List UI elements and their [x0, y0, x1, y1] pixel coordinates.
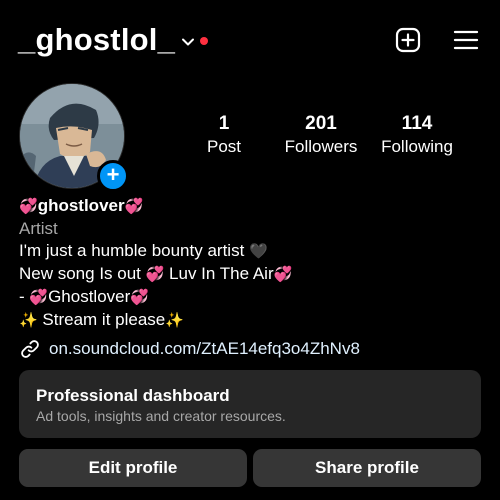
bio-text: -: [19, 287, 30, 306]
add-story-button[interactable]: +: [97, 160, 129, 192]
heart-emoji: 💞: [19, 198, 38, 215]
stat-following-count: 114: [401, 113, 433, 134]
display-name: 💞ghostlover💞: [19, 195, 479, 218]
account-switcher[interactable]: _ghostlol_: [18, 20, 209, 60]
plus-square-icon: [395, 27, 421, 53]
stat-followers[interactable]: 201 Followers: [266, 113, 376, 159]
hamburger-menu-icon: [453, 30, 479, 50]
heart-emoji: 💞: [124, 198, 144, 215]
edit-profile-button[interactable]: Edit profile: [19, 449, 247, 487]
sparkles-emoji: ✨: [19, 312, 38, 329]
professional-dashboard-card[interactable]: Professional dashboard Ad tools, insight…: [19, 370, 481, 438]
bio-text: New song Is out: [19, 264, 146, 283]
stat-followers-label: Followers: [284, 137, 358, 156]
heart-emoji: 💞: [273, 266, 293, 283]
menu-button[interactable]: [452, 26, 480, 54]
bio-text: Ghostlover: [48, 287, 131, 306]
stat-posts[interactable]: 1 Post: [169, 113, 279, 159]
profile-link[interactable]: on.soundcloud.com/ZtAE14efq3o4ZhNv8: [19, 337, 360, 361]
stat-posts-count: 1: [218, 113, 230, 134]
link-url: on.soundcloud.com/ZtAE14efq3o4ZhNv8: [49, 339, 360, 358]
bio-line-4: ✨ Stream it please✨: [19, 309, 479, 332]
bio-text: Stream it please: [37, 310, 166, 329]
stat-posts-label: Post: [206, 137, 242, 156]
stat-followers-count: 201: [305, 113, 337, 134]
heart-emoji: 💞: [29, 289, 49, 306]
create-button[interactable]: [394, 26, 422, 54]
bio-line-2: New song Is out 💞 Luv In The Air💞: [19, 263, 479, 286]
plus-icon: +: [106, 162, 120, 187]
heart-emoji: 💞: [145, 266, 165, 283]
bio-line-1: I'm just a humble bounty artist 🖤: [19, 240, 479, 263]
stat-following[interactable]: 114 Following: [362, 113, 472, 159]
share-profile-button[interactable]: Share profile: [253, 449, 481, 487]
avatar-container: +: [19, 83, 129, 192]
display-name-text: ghostlover: [37, 196, 125, 215]
dashboard-subtitle: Ad tools, insights and creator resources…: [36, 408, 286, 424]
bio-text: I'm just a humble bounty artist: [19, 241, 250, 260]
bio-line-3: - 💞Ghostlover💞: [19, 286, 479, 309]
sparkles-emoji: ✨: [165, 312, 184, 329]
black-heart-emoji: 🖤: [249, 243, 268, 260]
category-label: Artist: [19, 219, 58, 238]
profile-header: _ghostlol_: [0, 0, 500, 82]
stat-following-label: Following: [381, 137, 453, 156]
heart-emoji: 💞: [130, 289, 149, 306]
chevron-down-icon: [182, 38, 195, 46]
link-icon: [19, 338, 41, 360]
bio-text: Luv In The Air: [164, 264, 274, 283]
dashboard-title: Professional dashboard: [36, 386, 230, 405]
notification-dot: [200, 37, 209, 45]
username: _ghostlol_: [18, 22, 176, 57]
bio-section: 💞ghostlover💞 Artist I'm just a humble bo…: [19, 195, 479, 332]
